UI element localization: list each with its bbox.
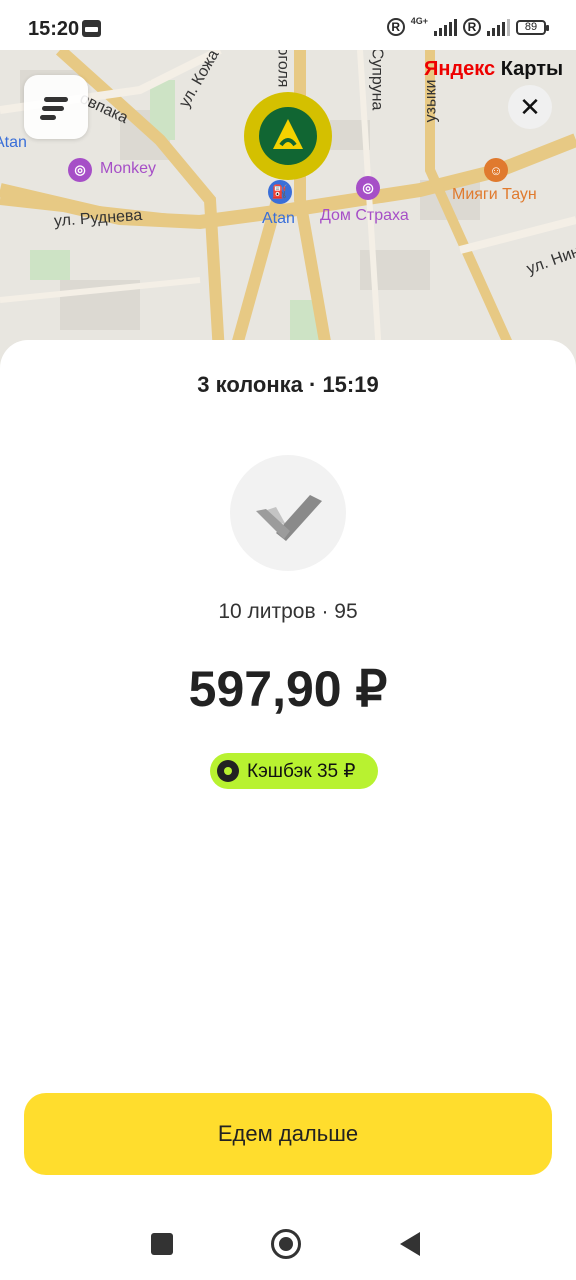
signal-icon-2 (487, 18, 510, 36)
poi-label[interactable]: Monkey (100, 160, 156, 178)
check-icon (256, 495, 322, 541)
poi-icon: ☺ (484, 158, 508, 182)
cashback-badge: Кэшбэк 35 ₽ (210, 753, 378, 789)
poi-label[interactable]: Atan (0, 134, 27, 152)
pump-and-time: 3 колонка · 15:19 (197, 372, 379, 397)
notification-app-icon (82, 20, 101, 37)
menu-icon (44, 97, 68, 102)
back-button[interactable] (400, 1232, 420, 1256)
fuel-info: 10 литров · 95 (218, 600, 358, 623)
close-icon: ✕ (519, 91, 541, 122)
recents-button[interactable] (151, 1233, 173, 1255)
poi-label[interactable]: Atan (262, 210, 295, 228)
poi-icon: ◎ (68, 158, 92, 182)
status-bar: 15:20 R 4G+ R 89 (0, 0, 576, 50)
station-icon (259, 107, 317, 165)
success-check-circle (230, 455, 346, 571)
total-price: 597,90 ₽ (188, 661, 388, 717)
cashback-icon (217, 760, 239, 782)
street-label: Супруна (368, 50, 386, 111)
signal-icon (434, 18, 457, 36)
battery-icon: 89 (516, 19, 549, 35)
network-type: 4G+ (410, 16, 428, 26)
cashback-label: Кэшбэк 35 ₽ (247, 760, 356, 782)
poi-icon: ◎ (356, 176, 380, 200)
roaming-icon: R (386, 18, 405, 36)
poi-label[interactable]: Мияги Таун (452, 186, 537, 204)
street-label: узыки (422, 79, 440, 123)
continue-button[interactable]: Едем дальше (24, 1093, 552, 1175)
close-button[interactable]: ✕ (508, 85, 552, 129)
poi-label[interactable]: Дом Страха (320, 207, 409, 225)
roaming-icon-2: R (463, 18, 481, 36)
menu-button[interactable] (24, 75, 88, 139)
yandex-maps-logo: Яндекс Карты (424, 58, 564, 80)
home-button[interactable] (271, 1229, 301, 1259)
station-pin[interactable] (244, 92, 332, 180)
street-label: оголя (274, 50, 292, 88)
poi-icon: ⛽ (268, 180, 292, 204)
status-time: 15:20 (28, 18, 80, 40)
status-icons: R 4G+ R 89 (386, 16, 549, 36)
